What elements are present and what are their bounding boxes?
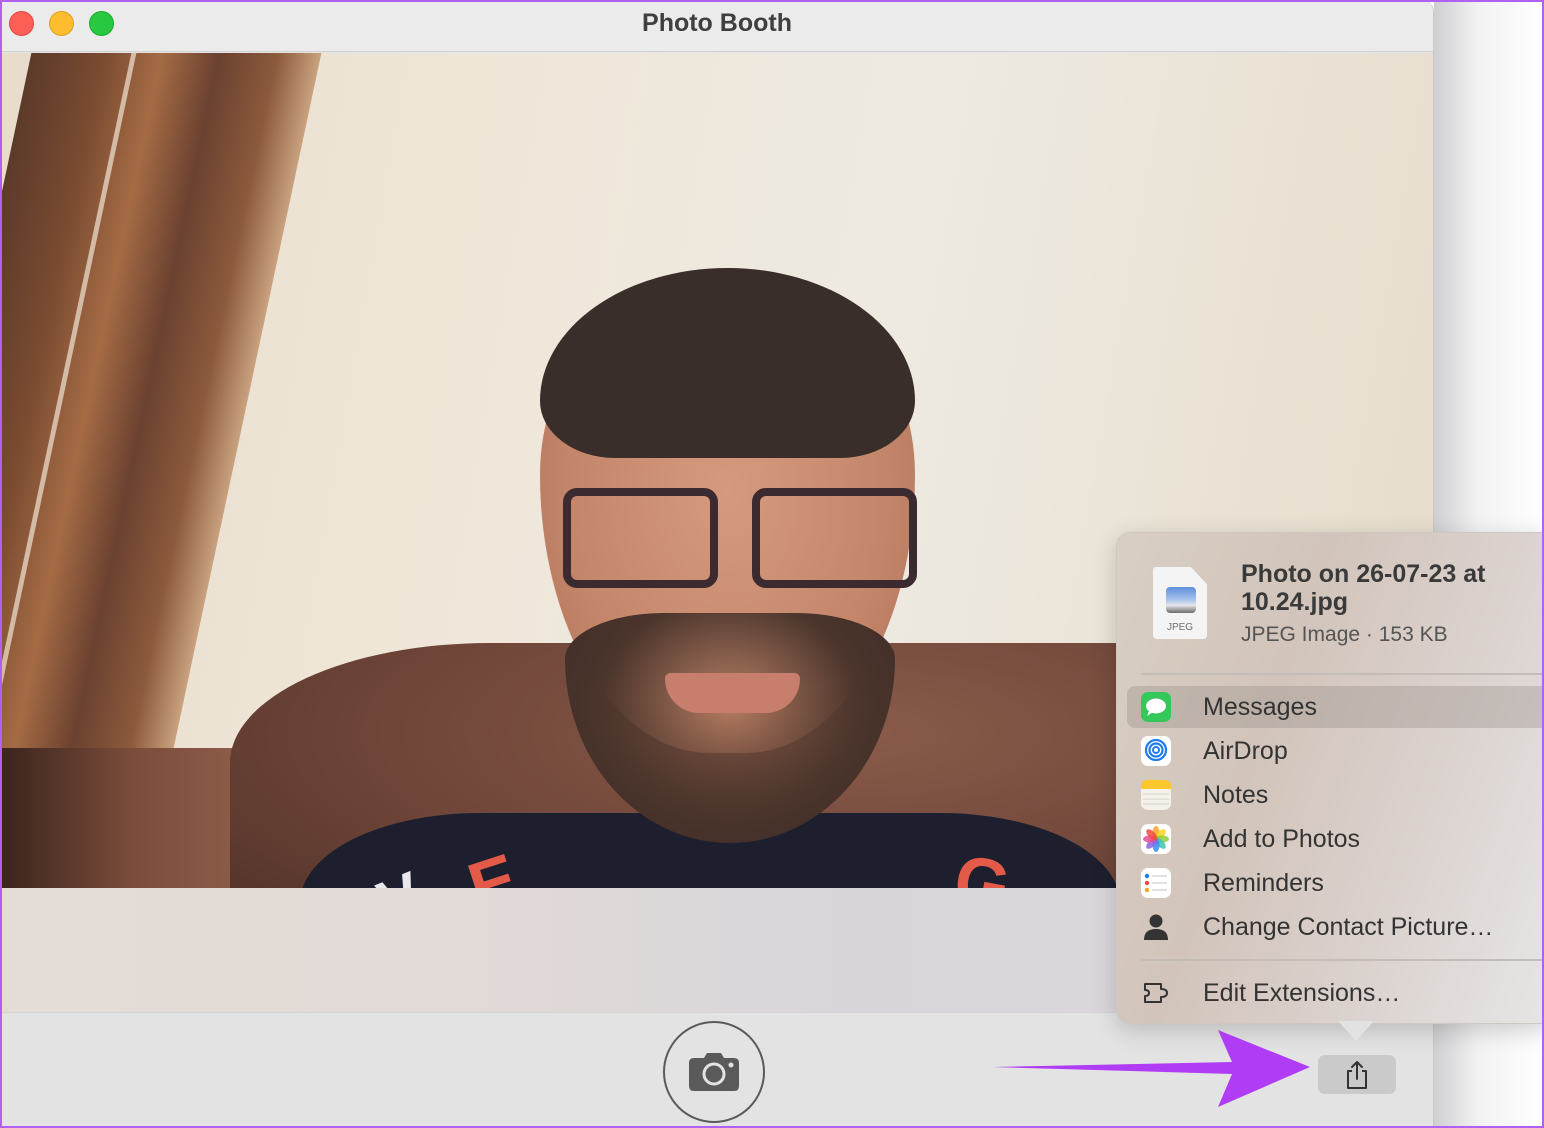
share-item-label: Add to Photos <box>1203 824 1361 853</box>
share-item-label: AirDrop <box>1203 736 1288 765</box>
person-icon <box>1141 912 1171 942</box>
reminders-icon <box>1141 868 1171 898</box>
share-item-label: Change Contact Picture… <box>1203 912 1494 941</box>
share-menu: JPEG Photo on 26-07-23 at 10.24.jpg JPEG… <box>1116 532 1544 1024</box>
share-item-label: Notes <box>1203 780 1269 809</box>
share-item-airdrop[interactable]: AirDrop <box>1127 730 1544 772</box>
share-icon <box>1347 1060 1367 1089</box>
airdrop-icon <box>1141 736 1171 766</box>
file-name: Photo on 26-07-23 at 10.24.jpg <box>1241 560 1486 616</box>
share-item-add-to-photos[interactable]: Add to Photos <box>1127 818 1544 860</box>
file-meta: JPEG Image · 153 KB <box>1241 623 1448 646</box>
share-button[interactable] <box>1318 1055 1396 1094</box>
person-hair <box>540 268 915 458</box>
divider <box>1141 959 1544 961</box>
window-title: Photo Booth <box>642 9 792 37</box>
glasses-right-lens <box>752 488 917 588</box>
divider <box>1141 673 1544 675</box>
share-item-label: Reminders <box>1203 868 1324 897</box>
popover-pointer <box>1338 1021 1374 1041</box>
edit-extensions-item[interactable]: Edit Extensions… <box>1127 972 1544 1014</box>
take-photo-button[interactable] <box>663 1021 765 1123</box>
camera-icon <box>689 1053 739 1091</box>
jpeg-file-icon: JPEG <box>1153 567 1207 639</box>
messages-icon <box>1141 692 1171 722</box>
share-item-change-contact-picture[interactable]: Change Contact Picture… <box>1127 906 1544 948</box>
title-bar: Photo Booth <box>0 0 1433 52</box>
file-type-label: JPEG <box>1166 622 1194 633</box>
share-item-messages[interactable]: Messages <box>1127 686 1544 728</box>
file-thumbnail <box>1166 587 1196 613</box>
person-smile <box>665 673 800 713</box>
share-item-notes[interactable]: Notes <box>1127 774 1544 816</box>
notes-icon <box>1141 780 1171 810</box>
share-item-label: Messages <box>1203 692 1317 721</box>
bottom-toolbar <box>0 1012 1433 1128</box>
edit-extensions-label: Edit Extensions… <box>1203 978 1401 1007</box>
share-item-reminders[interactable]: Reminders <box>1127 862 1544 904</box>
glasses-left-lens <box>563 488 718 588</box>
extensions-icon <box>1141 978 1171 1008</box>
photos-icon <box>1141 824 1171 854</box>
